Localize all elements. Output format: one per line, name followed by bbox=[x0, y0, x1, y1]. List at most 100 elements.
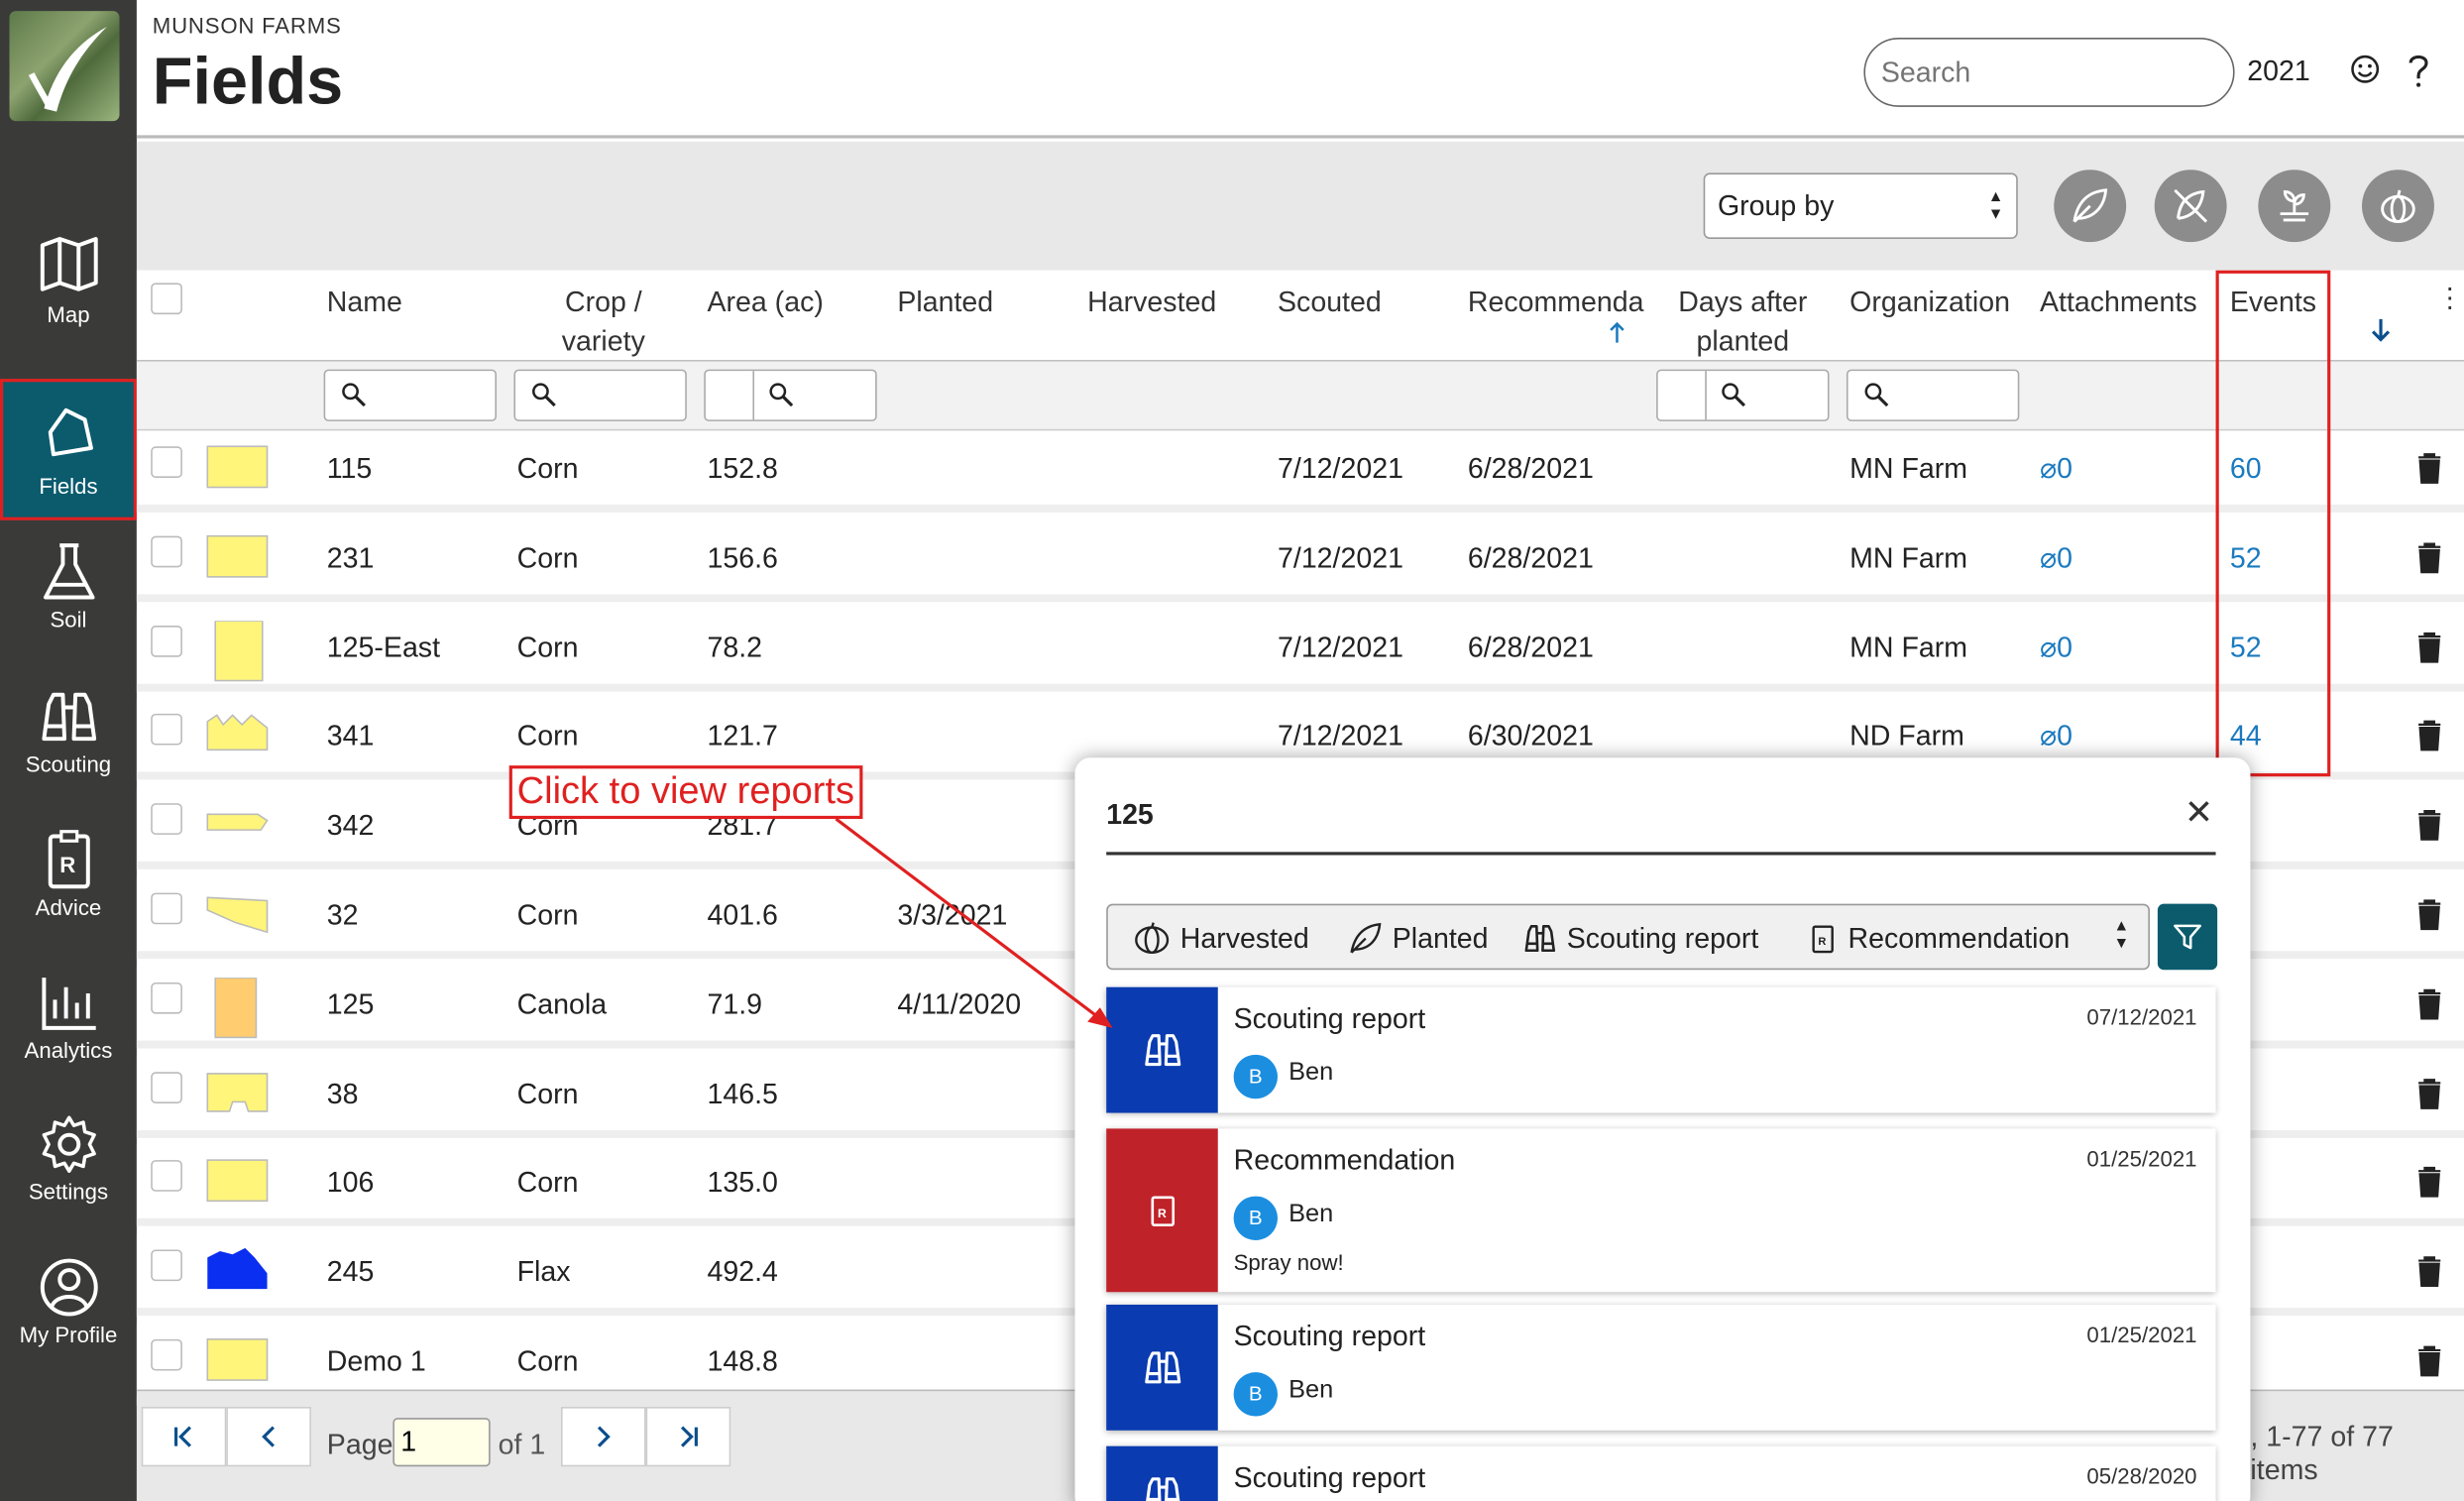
attachments-link[interactable]: ⌀0 bbox=[2040, 453, 2072, 486]
attachments-link[interactable]: ⌀0 bbox=[2040, 542, 2072, 575]
cell-planted: 3/3/2021 bbox=[897, 898, 1008, 931]
row-checkbox[interactable] bbox=[151, 446, 182, 478]
filter-planted[interactable]: Planted bbox=[1348, 921, 1489, 956]
nav-map[interactable]: Map bbox=[0, 236, 137, 378]
filter-recommendation[interactable]: R Recommendation bbox=[1807, 921, 2070, 956]
previous-page-button[interactable] bbox=[226, 1407, 311, 1467]
column-menu-icon[interactable]: · · · bbox=[2445, 274, 2455, 321]
year-selector[interactable]: 2021 bbox=[2247, 55, 2309, 87]
seedling-filter-button[interactable] bbox=[2258, 170, 2331, 243]
next-page-button[interactable] bbox=[561, 1407, 646, 1467]
row-checkbox[interactable] bbox=[151, 803, 182, 836]
crop-filter-input[interactable] bbox=[513, 369, 687, 421]
row-checkbox[interactable] bbox=[151, 625, 182, 657]
cell-scouted: 7/12/2021 bbox=[1278, 541, 1403, 574]
trash-icon[interactable] bbox=[2416, 721, 2441, 752]
cell-recommendation: 6/28/2021 bbox=[1467, 541, 1594, 574]
cell-crop: Corn bbox=[516, 898, 579, 931]
days-filter-input[interactable] bbox=[1656, 369, 1830, 421]
trash-icon[interactable] bbox=[2416, 1345, 2441, 1377]
nav-soil[interactable]: Soil bbox=[0, 540, 137, 682]
help-icon[interactable] bbox=[2406, 54, 2430, 88]
feedback-smile-icon[interactable] bbox=[2349, 54, 2381, 85]
trash-icon[interactable] bbox=[2416, 1167, 2441, 1199]
first-page-button[interactable] bbox=[141, 1407, 227, 1467]
nav-my-profile[interactable]: My Profile bbox=[0, 1256, 137, 1398]
filter-harvested[interactable]: Harvested bbox=[1133, 921, 1309, 956]
event-card[interactable]: Scouting report 01/25/2021 B Ben bbox=[1106, 1304, 2216, 1431]
nav-advice[interactable]: R Advice bbox=[0, 829, 137, 971]
group-by-select[interactable]: Group by ▲ ▼ bbox=[1703, 173, 2018, 239]
trash-icon[interactable] bbox=[2416, 1078, 2441, 1109]
row-checkbox[interactable] bbox=[151, 1071, 182, 1103]
binoculars-icon bbox=[1144, 1351, 1180, 1384]
nav-scouting[interactable]: Scouting bbox=[0, 685, 137, 827]
nav-analytics[interactable]: Analytics bbox=[0, 972, 137, 1113]
row-checkbox[interactable] bbox=[151, 892, 182, 925]
cell-name: 245 bbox=[326, 1256, 375, 1288]
event-type-filter[interactable]: Harvested Planted Scouting report R Reco… bbox=[1106, 903, 2150, 971]
page-number-input[interactable] bbox=[392, 1418, 491, 1467]
table-row[interactable]: 125-East Corn 78.2 7/12/2021 6/28/2021 MN Far… bbox=[136, 609, 2464, 691]
row-checkbox[interactable] bbox=[151, 1249, 182, 1282]
column-header-harvested[interactable]: Harvested bbox=[1087, 283, 1216, 322]
filter-recommendation-label: Recommendation bbox=[1848, 921, 2071, 954]
column-header-area[interactable]: Area (ac) bbox=[707, 283, 823, 322]
svg-text:R: R bbox=[58, 853, 74, 877]
cell-org: MN Farm bbox=[1849, 631, 1968, 663]
cell-name: 38 bbox=[326, 1078, 359, 1109]
row-checkbox[interactable] bbox=[151, 1338, 182, 1371]
close-icon[interactable]: ✕ bbox=[2184, 792, 2213, 833]
sort-down-arrow-icon[interactable] bbox=[2371, 317, 2391, 342]
cell-area: 135.0 bbox=[707, 1167, 778, 1199]
row-checkbox[interactable] bbox=[151, 981, 182, 1014]
no-crop-filter-button[interactable] bbox=[2154, 170, 2227, 243]
column-header-recommendation[interactable]: Recommenda bbox=[1468, 283, 1644, 322]
field-icon bbox=[47, 407, 93, 457]
annotation-callout: Click to view reports bbox=[508, 765, 863, 820]
name-filter-input[interactable] bbox=[323, 369, 498, 421]
row-checkbox[interactable] bbox=[151, 714, 182, 747]
trash-icon[interactable] bbox=[2416, 810, 2441, 842]
trash-icon[interactable] bbox=[2416, 542, 2441, 574]
organization-filter-input[interactable] bbox=[1846, 369, 2020, 421]
column-header-crop[interactable]: Crop / variety bbox=[548, 283, 658, 361]
attachments-link[interactable]: ⌀0 bbox=[2040, 632, 2072, 664]
trash-icon[interactable] bbox=[2416, 988, 2441, 1020]
attachments-link[interactable]: ⌀0 bbox=[2040, 721, 2072, 753]
attachments-count: 0 bbox=[2057, 631, 2073, 663]
area-filter-input[interactable] bbox=[704, 369, 877, 421]
row-checkbox[interactable] bbox=[151, 535, 182, 568]
table-row[interactable]: 115 Corn 152.8 7/12/2021 6/28/2021 MN Farm ⌀0 6… bbox=[136, 430, 2464, 513]
cell-crop: Canola bbox=[516, 987, 608, 1020]
harvested-filter-button[interactable] bbox=[2362, 170, 2434, 243]
row-checkbox[interactable] bbox=[151, 1160, 182, 1193]
nav-settings[interactable]: Settings bbox=[0, 1113, 137, 1255]
column-header-scouted[interactable]: Scouted bbox=[1278, 283, 1382, 322]
search-input[interactable] bbox=[1863, 38, 2235, 107]
event-date: 01/25/2021 bbox=[2086, 1145, 2197, 1172]
last-page-button[interactable] bbox=[645, 1407, 731, 1467]
table-row[interactable]: 231 Corn 156.6 7/12/2021 6/28/2021 MN Farm ⌀0 5… bbox=[136, 520, 2464, 602]
event-card[interactable]: R Recommendation 01/25/2021 B Ben Spray now! bbox=[1106, 1128, 2216, 1293]
column-header-name[interactable]: Name bbox=[327, 283, 402, 322]
cell-recommendation: 6/28/2021 bbox=[1467, 452, 1594, 485]
trash-icon[interactable] bbox=[2416, 632, 2441, 663]
column-header-planted[interactable]: Planted bbox=[897, 283, 993, 322]
nav-fields[interactable]: Fields bbox=[0, 379, 137, 520]
event-card[interactable]: Scouting report 07/12/2021 B Ben bbox=[1106, 986, 2216, 1113]
column-header-days-after-planted[interactable]: Days after planted bbox=[1677, 283, 1809, 361]
trash-icon[interactable] bbox=[2416, 1256, 2441, 1288]
event-card[interactable]: Scouting report05/28/2020BBen bbox=[1106, 1445, 2216, 1501]
trash-icon[interactable] bbox=[2416, 899, 2441, 931]
select-all-checkbox[interactable] bbox=[151, 283, 182, 315]
cell-scouted: 7/12/2021 bbox=[1278, 452, 1403, 485]
filter-button[interactable] bbox=[2157, 903, 2218, 971]
column-header-attachments[interactable]: Attachments bbox=[2040, 283, 2197, 322]
planted-filter-button[interactable] bbox=[2054, 170, 2127, 243]
app-logo[interactable] bbox=[9, 11, 120, 122]
trash-icon[interactable] bbox=[2416, 453, 2441, 485]
paperclip-icon: ⌀ bbox=[2039, 631, 2058, 663]
filter-scouting-report[interactable]: Scouting report bbox=[1522, 921, 1758, 956]
column-header-organization[interactable]: Organization bbox=[1849, 283, 2010, 322]
